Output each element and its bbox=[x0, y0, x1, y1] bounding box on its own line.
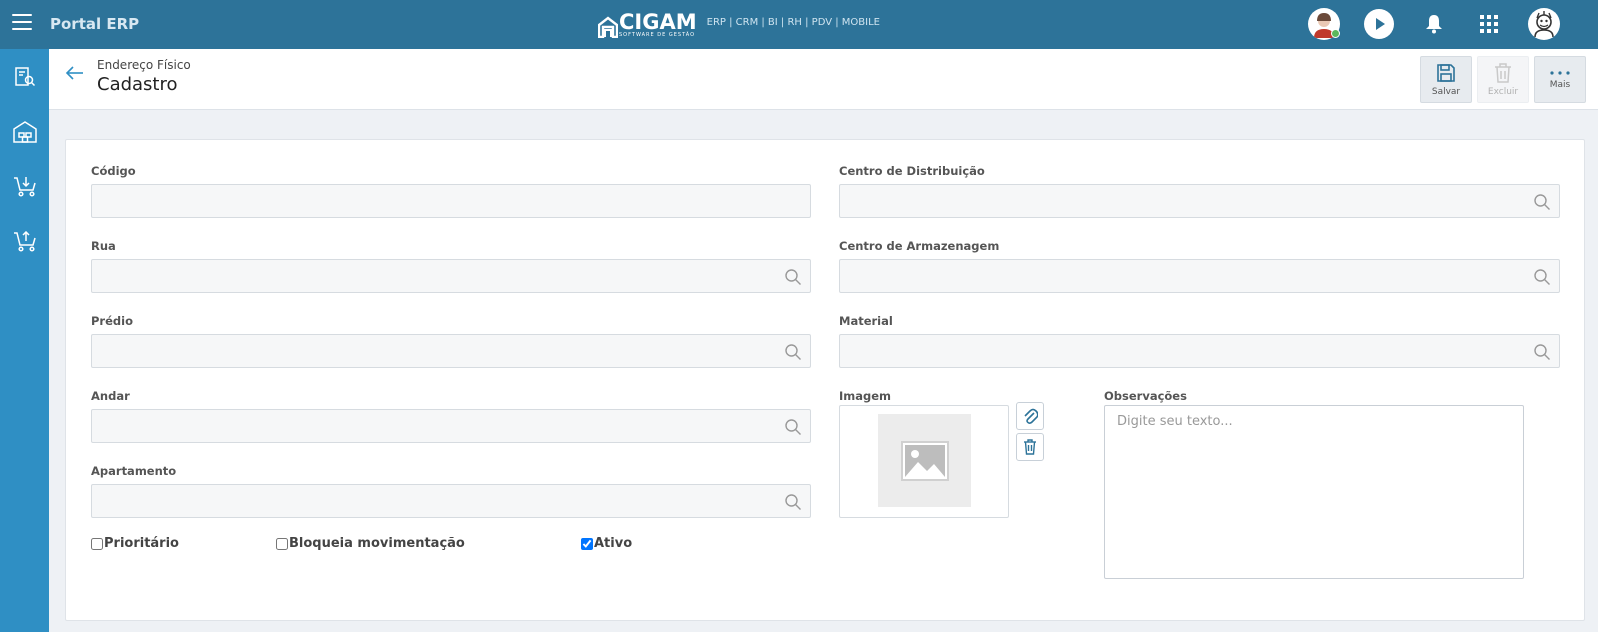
save-label: Salvar bbox=[1431, 86, 1461, 97]
brand-logo: CIGAM SOFTWARE DE GESTÃO ERP | CRM | BI … bbox=[598, 12, 880, 38]
search-icon[interactable] bbox=[784, 418, 802, 436]
top-bar: Portal ERP CIGAM SOFTWARE DE GESTÃO ERP … bbox=[0, 0, 1598, 49]
breadcrumb: Endereço Físico bbox=[97, 58, 191, 72]
more-button[interactable]: Mais bbox=[1534, 56, 1586, 103]
paperclip-icon bbox=[1024, 408, 1038, 424]
back-button[interactable] bbox=[65, 63, 85, 83]
page-title: Cadastro bbox=[97, 74, 178, 95]
toolbar: Salvar Excluir Mais bbox=[1415, 56, 1586, 103]
apps-button[interactable] bbox=[1473, 8, 1505, 40]
observacoes-label: Observações bbox=[1104, 389, 1187, 403]
centro-distribuicao-input[interactable] bbox=[839, 184, 1560, 218]
image-preview bbox=[839, 405, 1009, 518]
save-icon bbox=[1437, 63, 1455, 82]
sidebar-item-warehouse[interactable] bbox=[0, 104, 49, 159]
menu-icon[interactable] bbox=[12, 14, 32, 34]
image-placeholder-icon bbox=[900, 440, 949, 481]
bloqueia-movimentacao-checkbox[interactable] bbox=[276, 537, 288, 550]
sidebar-item-shipping[interactable] bbox=[0, 214, 49, 269]
ativo-checkbox-row[interactable]: Ativo bbox=[581, 536, 632, 551]
codigo-label: Código bbox=[91, 164, 136, 178]
user-support-avatar[interactable] bbox=[1308, 8, 1340, 40]
apartamento-field: Apartamento bbox=[91, 464, 811, 518]
predio-field: Prédio bbox=[91, 314, 811, 368]
brand-modules: ERP | CRM | BI | RH | PDV | MOBILE bbox=[706, 17, 880, 28]
sidebar-item-receiving[interactable] bbox=[0, 159, 49, 214]
observacoes-textarea[interactable] bbox=[1104, 405, 1524, 579]
attach-image-button[interactable] bbox=[1016, 402, 1044, 430]
centro-distribuicao-label: Centro de Distribuição bbox=[839, 164, 985, 178]
bell-icon bbox=[1426, 15, 1442, 34]
prioritario-checkbox-row[interactable]: Prioritário bbox=[91, 536, 179, 551]
rua-label: Rua bbox=[91, 239, 116, 253]
brand-name: CIGAM bbox=[619, 10, 697, 34]
rua-input[interactable] bbox=[91, 259, 811, 293]
codigo-input[interactable] bbox=[91, 184, 811, 218]
sidebar bbox=[0, 49, 49, 632]
prioritario-label: Prioritário bbox=[104, 536, 179, 551]
search-icon[interactable] bbox=[1533, 343, 1551, 361]
app-title: Portal ERP bbox=[50, 15, 140, 33]
search-icon[interactable] bbox=[1533, 193, 1551, 211]
predio-input[interactable] bbox=[91, 334, 811, 368]
remove-image-button[interactable] bbox=[1016, 433, 1044, 461]
search-icon[interactable] bbox=[784, 343, 802, 361]
more-label: Mais bbox=[1549, 79, 1571, 90]
imagem-label: Imagem bbox=[839, 389, 892, 403]
sidebar-item-address-search[interactable] bbox=[0, 49, 49, 104]
rua-field: Rua bbox=[91, 239, 811, 293]
centro-distribuicao-field: Centro de Distribuição bbox=[839, 164, 1560, 218]
page-header: Endereço Físico Cadastro Salvar Excluir … bbox=[49, 49, 1598, 110]
bloqueia-checkbox-row[interactable]: Bloqueia movimentação bbox=[276, 536, 465, 551]
apartamento-label: Apartamento bbox=[91, 464, 177, 478]
apartamento-input[interactable] bbox=[91, 484, 811, 518]
brand-subtitle: SOFTWARE DE GESTÃO bbox=[619, 32, 696, 38]
address-search-icon bbox=[14, 66, 35, 86]
delete-button[interactable]: Excluir bbox=[1477, 56, 1529, 103]
centro-armazenagem-label: Centro de Armazenagem bbox=[839, 239, 1000, 253]
online-status-icon bbox=[1331, 29, 1340, 38]
user-profile-icon bbox=[1534, 11, 1554, 38]
delete-label: Excluir bbox=[1487, 86, 1519, 97]
centro-armazenagem-input[interactable] bbox=[839, 259, 1560, 293]
top-icons bbox=[1285, 8, 1560, 40]
material-label: Material bbox=[839, 314, 893, 328]
search-icon[interactable] bbox=[784, 493, 802, 511]
user-avatar[interactable] bbox=[1528, 8, 1560, 40]
trash-icon bbox=[1495, 62, 1511, 83]
trash-icon bbox=[1024, 439, 1036, 455]
notifications-button[interactable] bbox=[1418, 8, 1450, 40]
codigo-field: Código bbox=[91, 164, 811, 218]
bloqueia-label: Bloqueia movimentação bbox=[289, 536, 465, 551]
more-dots-icon bbox=[1550, 70, 1570, 75]
material-input[interactable] bbox=[839, 334, 1560, 368]
andar-input[interactable] bbox=[91, 409, 811, 443]
cart-upload-icon bbox=[13, 230, 36, 252]
apps-grid-icon bbox=[1480, 15, 1498, 33]
cigam-building-icon bbox=[598, 16, 618, 38]
andar-label: Andar bbox=[91, 389, 130, 403]
play-icon bbox=[1364, 9, 1394, 39]
form-card: Código Rua Prédio Andar Apartamento Cent… bbox=[65, 139, 1585, 621]
predio-label: Prédio bbox=[91, 314, 133, 328]
prioritario-checkbox[interactable] bbox=[91, 537, 103, 550]
arrow-left-icon bbox=[65, 66, 83, 80]
search-icon[interactable] bbox=[784, 268, 802, 286]
ativo-label: Ativo bbox=[594, 536, 633, 551]
material-field: Material bbox=[839, 314, 1560, 368]
cart-download-icon bbox=[13, 176, 36, 197]
save-button[interactable]: Salvar bbox=[1420, 56, 1472, 103]
centro-armazenagem-field: Centro de Armazenagem bbox=[839, 239, 1560, 293]
ativo-checkbox[interactable] bbox=[581, 537, 593, 550]
warehouse-icon bbox=[12, 120, 37, 143]
play-button[interactable] bbox=[1363, 8, 1395, 40]
andar-field: Andar bbox=[91, 389, 811, 443]
search-icon[interactable] bbox=[1533, 268, 1551, 286]
